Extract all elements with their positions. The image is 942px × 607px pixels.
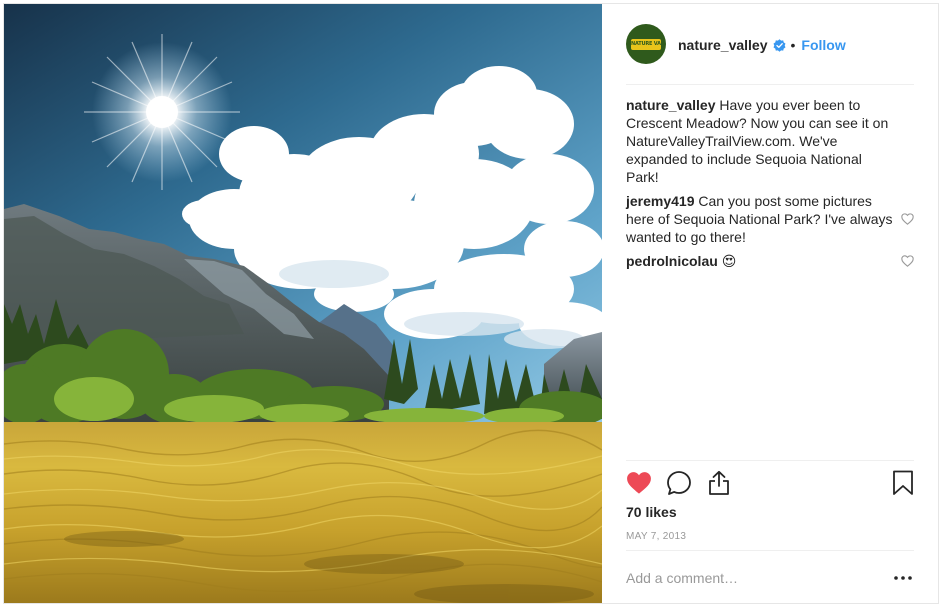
actions-divider [626, 460, 914, 461]
comment-author[interactable]: pedrolnicolau [626, 253, 718, 269]
add-comment-input[interactable] [626, 566, 876, 590]
comment-text: 😍 [721, 253, 737, 269]
comments-list: nature_valley Have you ever been to Cres… [626, 96, 914, 276]
heart-filled-icon [627, 472, 651, 494]
nature-valley-logo: NATURE VALLEY [631, 38, 661, 50]
comment-author[interactable]: nature_valley [626, 97, 716, 113]
comment-divider [626, 550, 914, 551]
post-photo[interactable] [4, 4, 602, 603]
instagram-post: NATURE VALLEY nature_valley • Follow nat… [3, 3, 939, 604]
add-comment-row [626, 564, 914, 594]
comment-author[interactable]: jeremy419 [626, 193, 695, 209]
separator-dot: • [790, 37, 796, 53]
more-options-button[interactable] [892, 568, 914, 588]
likes-count[interactable]: 70 likes [626, 504, 677, 520]
comment-item: pedrolnicolau 😍 [626, 252, 914, 270]
comment-button[interactable] [666, 470, 692, 496]
ellipsis-icon [894, 576, 912, 580]
header-username[interactable]: nature_valley [678, 37, 768, 53]
speech-bubble-icon [667, 471, 691, 495]
comment-like-heart-icon[interactable] [901, 255, 914, 267]
verified-badge-icon [773, 38, 786, 52]
comment-item: jeremy419 Can you post some pictures her… [626, 192, 914, 246]
post-header: NATURE VALLEY nature_valley • Follow [602, 4, 938, 84]
avatar[interactable]: NATURE VALLEY [626, 24, 666, 64]
save-button[interactable] [890, 470, 916, 496]
like-button[interactable] [626, 470, 652, 496]
landscape-image [4, 4, 602, 603]
share-button[interactable] [706, 470, 732, 496]
post-date[interactable]: MAY 7, 2013 [626, 531, 686, 542]
action-bar [626, 466, 914, 496]
share-upload-icon [709, 470, 729, 495]
header-divider [626, 84, 914, 85]
follow-button[interactable]: Follow [801, 37, 845, 53]
bookmark-icon [893, 470, 913, 495]
caption-comment: nature_valley Have you ever been to Cres… [626, 96, 896, 186]
header-row: nature_valley • Follow [678, 36, 846, 54]
post-details-pane: NATURE VALLEY nature_valley • Follow nat… [602, 4, 938, 603]
comment-like-heart-icon[interactable] [901, 213, 914, 225]
